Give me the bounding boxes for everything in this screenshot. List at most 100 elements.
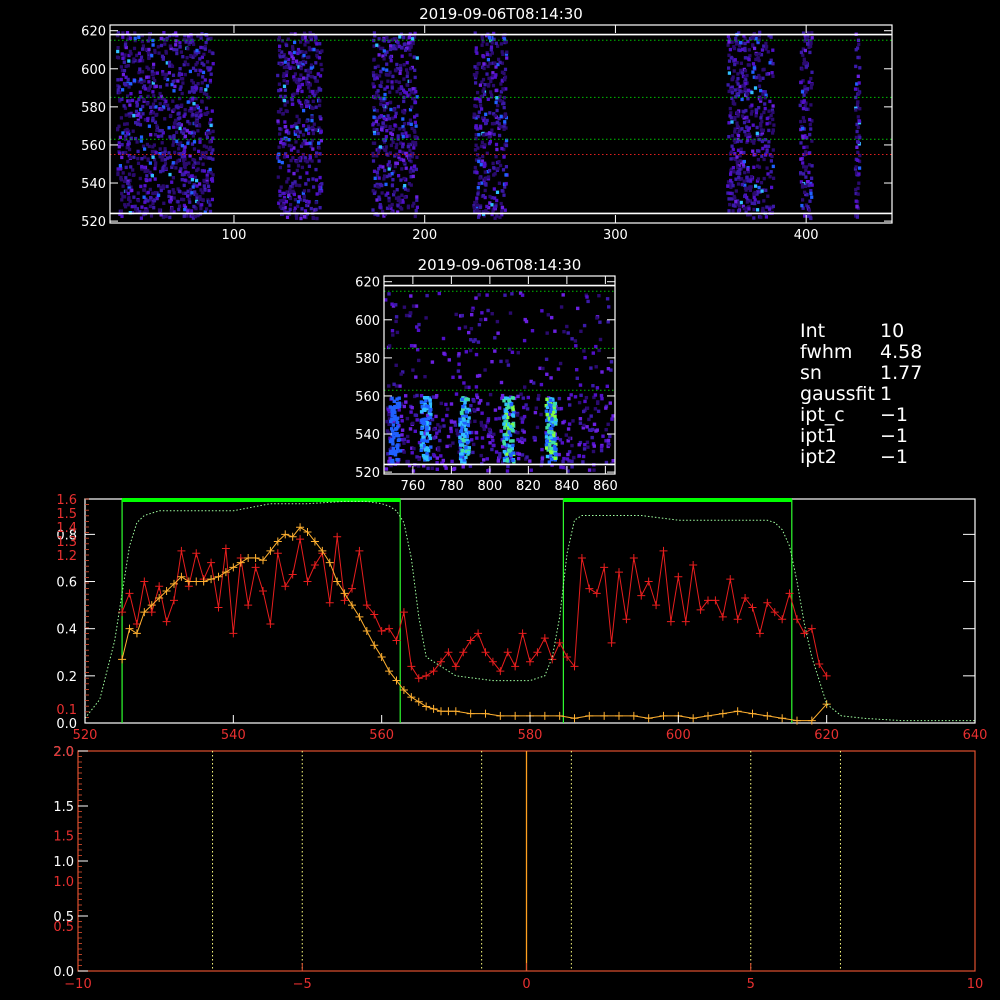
heatmap-pixel <box>393 123 397 127</box>
heatmap-pixel <box>496 103 500 108</box>
heatmap-pixel <box>447 358 451 362</box>
heatmap-pixel <box>565 457 570 461</box>
heatmap-pixel <box>730 120 734 124</box>
y-tick-label-red: 1.4 <box>56 521 77 536</box>
heatmap-pixel <box>141 44 145 48</box>
heatmap-pixel <box>160 129 164 133</box>
heatmap-pixel <box>589 414 593 418</box>
heatmap-pixel <box>379 84 383 88</box>
heatmap-pixel <box>201 198 205 203</box>
heatmap-pixel <box>120 143 124 147</box>
heatmap-pixel <box>496 44 500 48</box>
data-point <box>615 711 623 720</box>
heatmap-pixel <box>486 434 491 438</box>
heatmap-pixel <box>174 39 178 43</box>
heatmap-pixel <box>394 111 398 115</box>
heatmap-pixel <box>594 344 598 349</box>
y-tick-label-red: 1.5 <box>53 830 74 845</box>
heatmap-pixel <box>283 88 287 92</box>
heatmap-pixel <box>574 344 578 348</box>
heatmap-pixel <box>199 69 203 73</box>
heatmap-pixel <box>138 67 142 71</box>
heatmap-pixel <box>855 102 860 107</box>
heatmap-pixel <box>411 87 415 91</box>
heatmap-pixel <box>394 427 398 431</box>
heatmap-pixel <box>756 157 760 162</box>
heatmap-pixel <box>497 181 501 185</box>
heatmap-pixel <box>307 164 311 168</box>
heatmap-pixel <box>379 69 383 74</box>
heatmap-pixel <box>396 104 400 109</box>
heatmap-pixel <box>401 117 405 121</box>
heatmap-pixel <box>314 61 318 65</box>
heatmap-pixel <box>759 116 763 120</box>
heatmap-pixel <box>858 107 862 111</box>
y-tick-label-red: 1.2 <box>56 549 77 564</box>
heatmap-pixel <box>532 381 536 385</box>
heatmap-pixel <box>387 344 392 348</box>
heatmap-pixel <box>126 77 130 82</box>
data-point <box>689 561 698 570</box>
heatmap-pixel <box>511 439 515 443</box>
heatmap-pixel <box>490 360 494 364</box>
y-tick-label-red: 1.3 <box>56 535 77 550</box>
heatmap-pixel <box>413 130 417 134</box>
info-key: ipt2 <box>800 446 837 468</box>
heatmap-pixel <box>458 443 463 447</box>
heatmap-pixel <box>308 48 312 52</box>
heatmap-pixel <box>131 98 135 103</box>
heatmap-pixel <box>726 43 730 47</box>
panel-title: 2019-09-06T08:14:30 <box>419 5 583 23</box>
heatmap-pixel <box>745 200 749 204</box>
heatmap-pixel <box>122 60 126 64</box>
heatmap-pixel <box>415 205 419 209</box>
heatmap-pixel <box>179 50 183 54</box>
heatmap-pixel <box>197 161 201 165</box>
heatmap-pixel <box>168 172 172 177</box>
heatmap-pixel <box>480 445 485 449</box>
heatmap-pixel <box>534 406 538 410</box>
heatmap-pixel <box>158 91 162 96</box>
heatmap-pixel <box>475 196 479 200</box>
heatmap-pixel <box>520 436 524 441</box>
heatmap-pixel <box>209 117 213 122</box>
heatmap-pixel <box>188 130 192 135</box>
heatmap-pixel <box>385 102 389 106</box>
heatmap-pixel <box>191 81 195 85</box>
heatmap-pixel <box>375 109 379 113</box>
heatmap-pixel <box>376 131 380 136</box>
heatmap-pixel <box>190 89 194 93</box>
heatmap-pixel <box>278 127 282 131</box>
heatmap-pixel <box>575 368 579 372</box>
heatmap-pixel <box>802 165 806 169</box>
data-point <box>325 558 334 567</box>
heatmap-pixel <box>389 44 393 48</box>
heatmap-pixel <box>420 426 424 430</box>
heatmap-pixel <box>594 365 598 369</box>
heatmap-pixel <box>469 327 474 331</box>
heatmap-pixel <box>191 134 195 138</box>
heatmap-pixel <box>173 84 177 89</box>
heatmap-pixel <box>296 200 300 204</box>
heatmap-pixel <box>210 109 214 113</box>
heatmap-pixel <box>168 215 172 220</box>
heatmap-pixel <box>755 131 759 136</box>
heatmap-pixel <box>858 166 862 170</box>
heatmap-pixel <box>147 88 151 92</box>
heatmap-pixel <box>754 52 759 57</box>
heatmap-pixel <box>488 111 492 115</box>
heatmap-pixel <box>120 52 124 56</box>
heatmap-pixel <box>414 124 418 128</box>
x-tick-label: 640 <box>963 728 988 743</box>
heatmap-pixel <box>503 293 507 297</box>
heatmap-pixel <box>292 66 296 70</box>
heatmap-pixel <box>302 108 306 113</box>
heatmap-pixel <box>765 45 769 49</box>
heatmap-pixel <box>306 100 310 104</box>
x-tick-label: 0 <box>522 977 530 992</box>
data-point <box>644 714 653 723</box>
heatmap-pixel <box>473 113 477 117</box>
heatmap-pixel <box>425 293 429 298</box>
heatmap-pixel <box>462 418 466 422</box>
heatmap-pixel <box>147 144 151 149</box>
